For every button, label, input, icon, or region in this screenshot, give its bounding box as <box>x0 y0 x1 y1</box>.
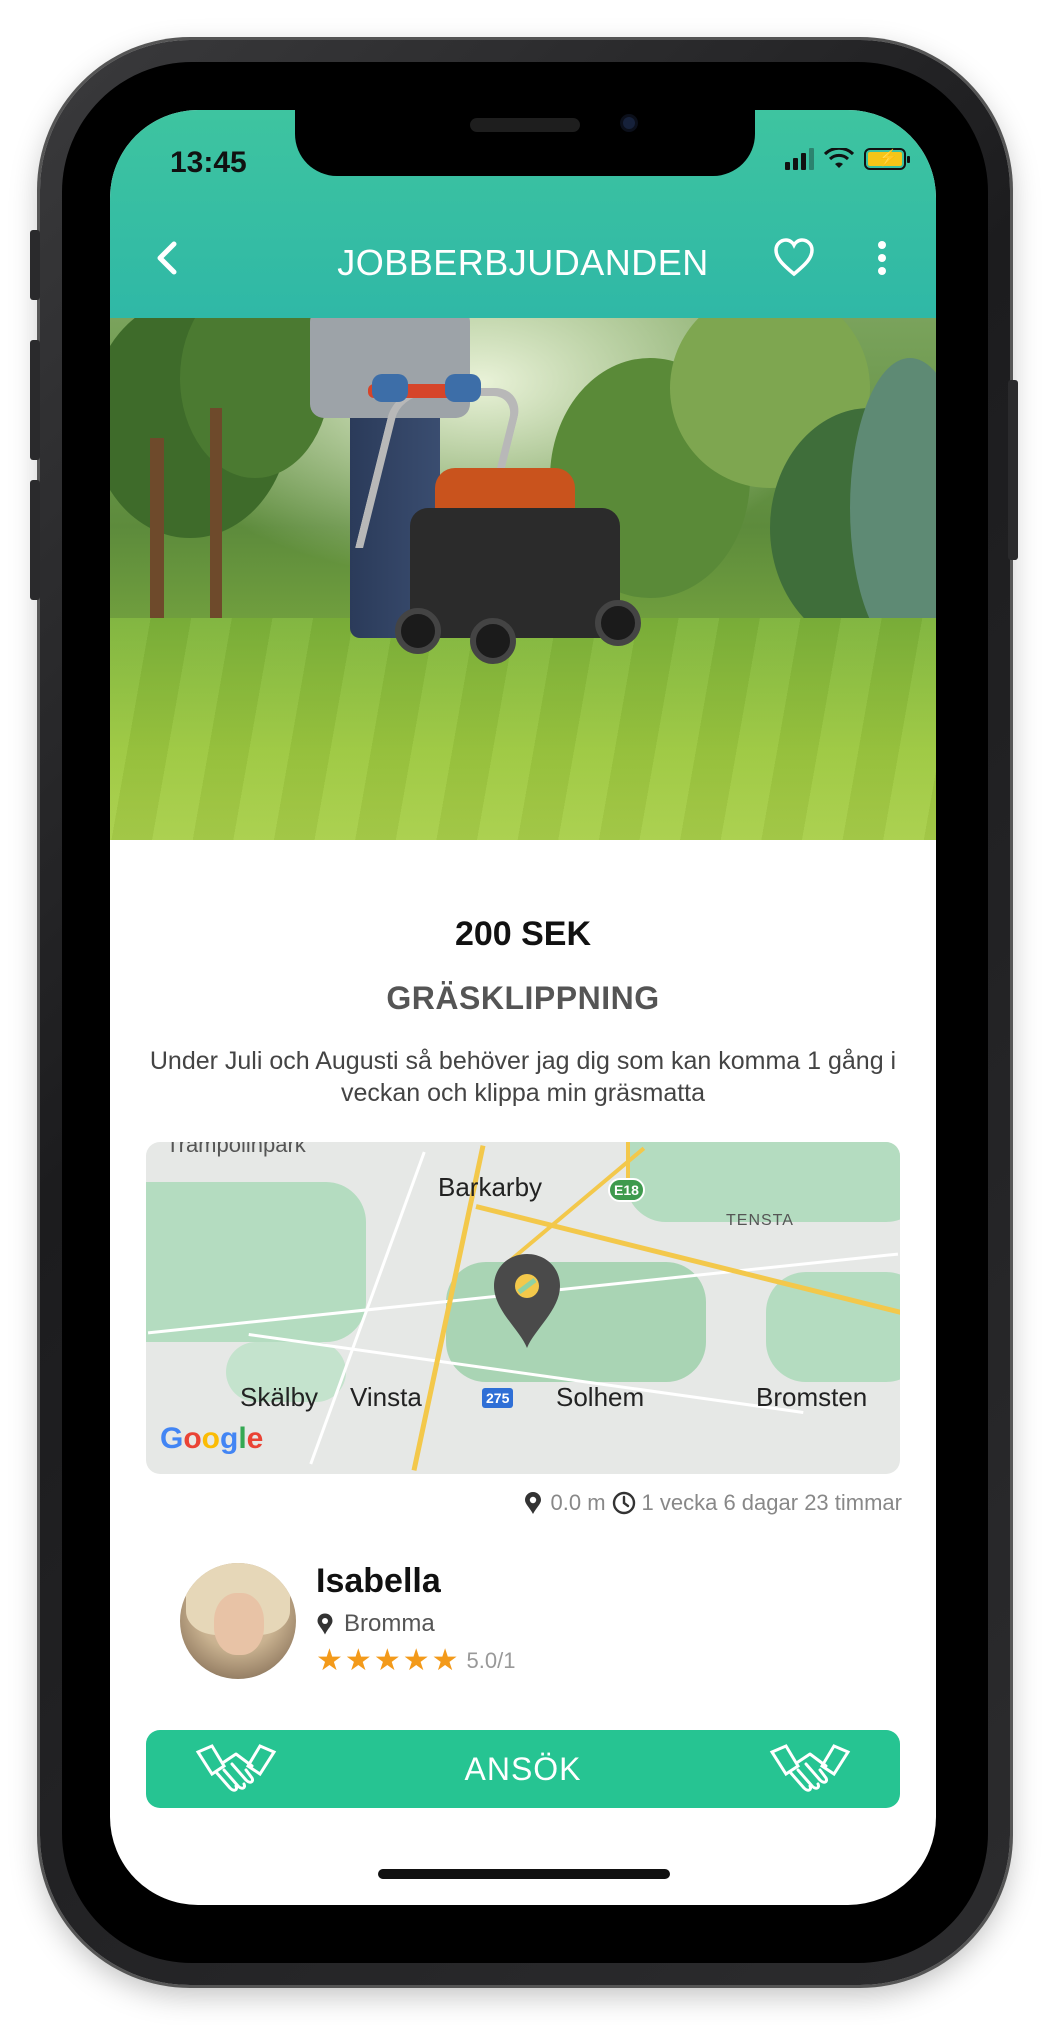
time-left-text: 1 vecka 6 dagar 23 timmar <box>641 1490 902 1515</box>
job-image-carousel[interactable] <box>110 318 936 840</box>
volume-up-button <box>30 340 40 460</box>
location-map[interactable]: Trampolinpark Barkarby E18 TENSTA Skälby… <box>146 1142 900 1474</box>
handshake-icon <box>769 1744 851 1792</box>
status-time: 13:45 <box>170 146 247 179</box>
map-label-skalby: Skälby <box>240 1382 319 1412</box>
star-icon: ★ <box>373 1644 401 1677</box>
star-icon: ★ <box>431 1644 459 1677</box>
star-icon: ★ <box>316 1644 343 1677</box>
map-label-barkarby: Barkarby <box>438 1172 543 1202</box>
star-icon: ★ <box>344 1644 372 1677</box>
home-indicator[interactable] <box>378 1869 670 1879</box>
mute-switch <box>30 230 40 300</box>
user-avatar[interactable] <box>180 1563 296 1679</box>
handshake-icon <box>195 1744 277 1792</box>
device-notch <box>295 110 755 176</box>
location-pin-icon <box>317 1613 333 1635</box>
location-pin-icon <box>524 1492 541 1514</box>
status-icons: ⚡ <box>785 148 910 170</box>
user-rating: ★ ★ ★ ★ ★ 5.0/1 <box>316 1646 515 1676</box>
e18-road-shield: E18 <box>608 1178 645 1202</box>
user-location: Bromma <box>316 1610 435 1638</box>
user-name[interactable]: Isabella <box>316 1562 441 1601</box>
power-button <box>1008 380 1018 560</box>
star-icon: ★ <box>402 1644 430 1677</box>
map-label-top: Trampolinpark <box>166 1142 306 1157</box>
job-price: 200 SEK <box>454 915 592 953</box>
volume-down-button <box>30 480 40 600</box>
google-logo: Google <box>160 1422 264 1455</box>
apply-button[interactable]: ANSÖK <box>146 1730 900 1808</box>
map-label-bromsten: Bromsten <box>756 1382 868 1412</box>
route-275-shield: 275 <box>482 1388 514 1408</box>
job-meta: 0.0 m 1 vecka 6 dagar 23 timmar <box>521 1490 902 1516</box>
wifi-icon <box>824 148 854 168</box>
map-label-tensta: TENSTA <box>726 1212 794 1229</box>
apply-button-label: ANSÖK <box>464 1750 582 1787</box>
app-screen: 13:45 ⚡ JOBBERBJUDANDEN 200 SEK GRÄSKLIP… <box>110 110 936 1905</box>
more-vertical-icon[interactable] <box>870 236 894 282</box>
battery-charging-icon: ⚡ <box>864 148 910 170</box>
job-description: Under Juli och Augusti så behöver jag di… <box>149 1047 897 1107</box>
user-location-text: Bromma <box>344 1610 435 1637</box>
heart-outline-icon[interactable] <box>772 236 816 280</box>
job-title: GRÄSKLIPPNING <box>386 980 660 1016</box>
cellular-signal-icon <box>785 148 814 170</box>
clock-icon <box>612 1491 635 1515</box>
distance-text: 0.0 m <box>550 1490 606 1515</box>
map-location-pin-icon[interactable] <box>490 1250 564 1350</box>
rating-value: 5.0/1 <box>466 1648 516 1673</box>
map-label-vinsta: Vinsta <box>350 1382 422 1412</box>
map-label-solhem: Solhem <box>556 1382 645 1412</box>
